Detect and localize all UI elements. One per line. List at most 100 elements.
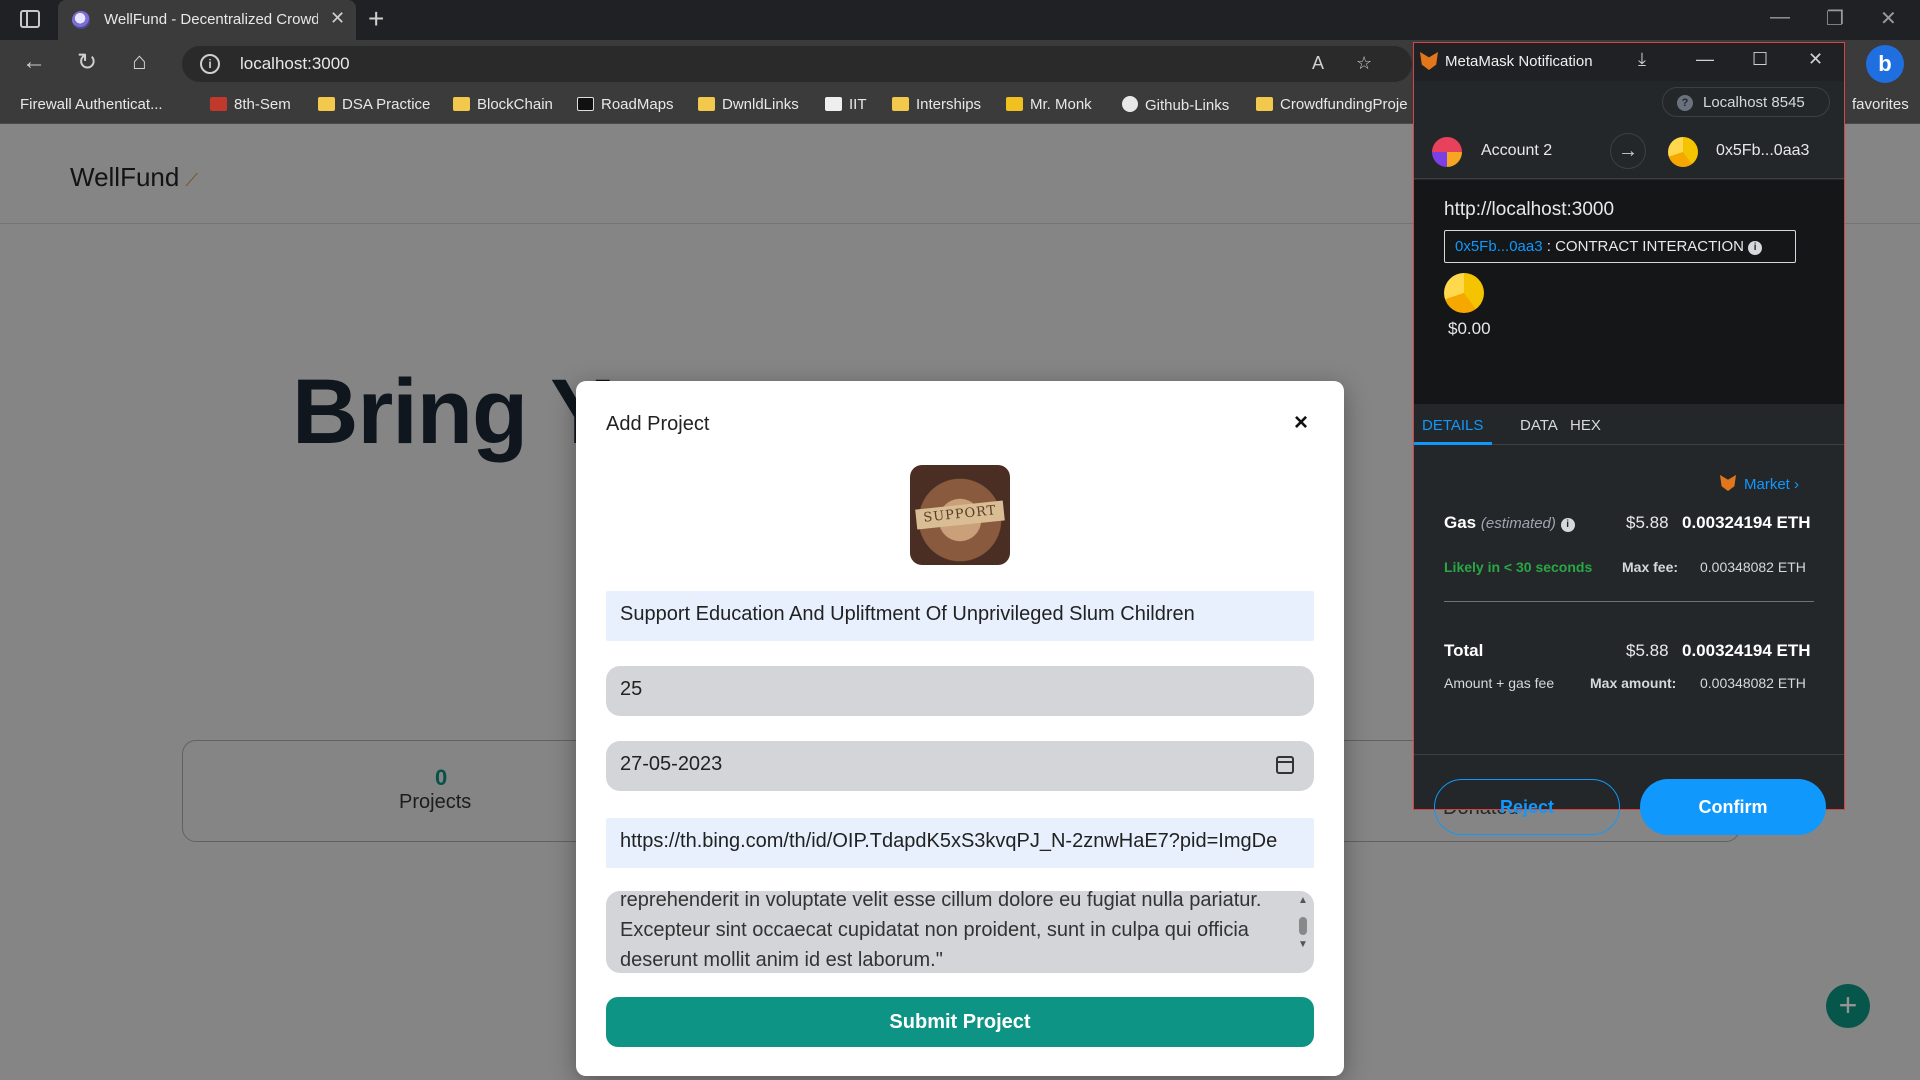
project-date-input[interactable]: 27-05-2023 [606,741,1314,791]
mm-maximize-icon[interactable]: ☐ [1752,49,1768,70]
calendar-icon[interactable] [1276,756,1294,774]
project-title-input[interactable]: Support Education And Upliftment Of Unpr… [606,591,1314,641]
bookmark-item[interactable]: RoadMaps [577,96,674,113]
details-divider [1444,601,1814,602]
footer-divider [1414,754,1844,755]
gas-eth: 0.00324194 ETH [1682,513,1811,532]
active-tab-indicator [1414,442,1492,445]
scroll-up-icon[interactable]: ▲ [1298,895,1308,906]
network-selector[interactable]: ? Localhost 8545 [1662,87,1830,117]
gas-time-estimate: Likely in < 30 seconds [1444,559,1593,575]
max-fee-label: Max fee: [1622,559,1679,575]
project-image-url-input[interactable]: https://th.bing.com/th/id/OIP.TdapdK5xS3… [606,818,1314,868]
mm-close-icon[interactable]: ✕ [1808,49,1823,70]
total-usd: $5.88 [1626,641,1669,660]
scroll-down-icon[interactable]: ▼ [1298,939,1308,950]
market-gas-option[interactable]: Market › [1720,475,1799,493]
from-account-name[interactable]: Account 2 [1481,142,1552,160]
bookmark-item[interactable]: CrowdfundingProje [1256,96,1408,113]
account-transfer-row: Account 2 → 0x5Fb...0aa3 [1414,123,1844,179]
tab-actions-icon[interactable] [20,10,40,28]
tab-data[interactable]: DATA [1520,417,1558,434]
bookmark-item[interactable]: IIT [825,96,867,113]
metamask-window: MetaMask Notification ⤓ — ☐ ✕ ? Localhos… [1413,42,1845,835]
address-text[interactable]: localhost:3000 [240,54,350,74]
wellfund-favicon-icon [72,11,90,29]
window-close-icon[interactable]: ✕ [1880,6,1897,31]
bookmark-item[interactable]: BlockChain [453,96,553,113]
image-caption: SUPPORT [915,500,1005,530]
iit-icon [825,97,842,111]
gas-label: Gas (estimated) i [1444,513,1575,533]
account-avatar [1432,137,1462,167]
submit-project-button[interactable]: Submit Project [606,997,1314,1047]
transaction-value: $0.00 [1448,319,1491,338]
network-question-icon: ? [1677,95,1693,111]
mm-minimize-icon[interactable]: — [1696,49,1714,70]
folder-icon [892,97,909,111]
project-cost-input[interactable]: 25 [606,666,1314,716]
gas-usd: $5.88 [1626,513,1669,532]
to-account-address[interactable]: 0x5Fb...0aa3 [1716,142,1809,160]
total-eth: 0.00324194 ETH [1682,641,1811,660]
max-amount-label: Max amount: [1590,675,1677,691]
confirm-button[interactable]: Confirm [1640,779,1826,835]
total-label: Total [1444,641,1484,660]
browser-tab-active[interactable]: WellFund - Decentralized Crowdfu ✕ [58,0,356,40]
gas-info-icon[interactable]: i [1560,518,1575,532]
other-favorites[interactable]: favorites [1852,96,1909,113]
tab-title: WellFund - Decentralized Crowdfu [104,11,318,28]
tab-details[interactable]: DETAILS [1422,417,1483,434]
description-text: reprehenderit in voluptate velit esse ci… [620,891,1262,971]
info-icon[interactable]: i [1748,241,1763,255]
site-info-icon[interactable]: i [200,54,220,74]
bookmark-item[interactable]: Mr. Monk [1006,96,1092,113]
folder-icon [698,97,715,111]
max-fee-value: 0.00348082 ETH [1700,559,1806,575]
pdf-icon [210,97,227,111]
metamask-title: MetaMask Notification [1445,53,1593,70]
minimize-icon[interactable]: — [1770,6,1790,29]
copilot-icon[interactable]: b [1866,45,1904,83]
address-bar[interactable]: i localhost:3000 A ☆ [182,46,1412,82]
contract-interaction-badge: 0x5Fb...0aa3 : CONTRACT INTERACTION i [1444,230,1796,263]
github-icon [1122,96,1138,112]
max-amount-value: 0.00348082 ETH [1700,675,1806,691]
total-subtitle: Amount + gas fee [1444,675,1555,691]
folder-icon [453,97,470,111]
refresh-icon[interactable]: ↻ [77,48,97,77]
metamask-titlebar: MetaMask Notification ⤓ — ☐ ✕ [1414,43,1844,81]
close-icon[interactable]: × [1294,409,1308,437]
scrollbar-thumb[interactable] [1299,917,1307,935]
arrow-right-icon: → [1610,133,1646,169]
back-icon[interactable]: ← [22,48,46,76]
tab-hex[interactable]: HEX [1570,417,1601,434]
bookmark-item[interactable]: Interships [892,96,981,113]
bookmark-item[interactable]: 8th-Sem [210,96,291,113]
restore-icon[interactable]: ❐ [1826,6,1844,31]
add-project-modal: Add Project × SUPPORT Support Education … [576,381,1344,1076]
bookmark-item[interactable]: Github-Links [1122,96,1229,114]
project-description-textarea[interactable]: reprehenderit in voluptate velit esse ci… [606,891,1314,973]
add-favorite-icon[interactable]: ☆ [1356,53,1372,74]
reject-button[interactable]: Reject [1434,779,1620,835]
network-label: Localhost 8545 [1703,94,1805,111]
recipient-avatar [1668,137,1698,167]
market-fox-icon [1720,475,1736,491]
details-tabs: DETAILS DATA HEX [1414,405,1844,445]
metamask-fox-icon [1420,52,1438,70]
download-icon[interactable]: ⤓ [1638,49,1646,70]
tab-close-icon[interactable]: ✕ [330,8,345,29]
bookmark-item[interactable]: Firewall Authenticat... [20,96,163,237]
read-aloud-icon[interactable]: A [1312,53,1324,74]
contract-address-link[interactable]: 0x5Fb...0aa3 [1455,238,1543,255]
modal-title: Add Project [606,413,710,435]
roadmap-icon [577,97,594,111]
new-tab-icon[interactable]: + [368,3,384,35]
home-icon[interactable]: ⌂ [132,48,147,76]
bookmark-item[interactable]: DwnldLinks [698,96,799,113]
textarea-scrollbar[interactable]: ▲ ▼ [1296,895,1310,969]
bookmark-item[interactable]: DSA Practice [318,96,430,113]
folder-icon [1256,97,1273,111]
mrmonk-icon [1006,97,1023,111]
